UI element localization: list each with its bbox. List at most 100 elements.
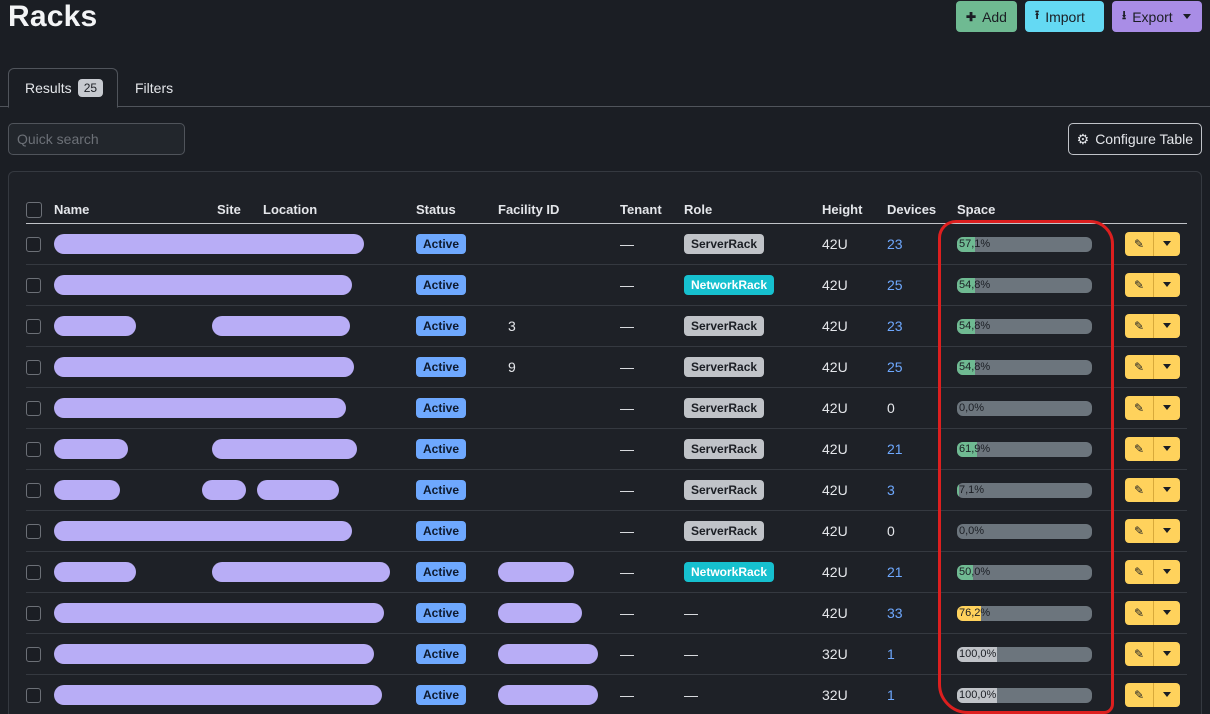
export-button[interactable]: ⭳ Export	[1112, 1, 1202, 32]
edit-button[interactable]: ✎	[1125, 518, 1154, 543]
edit-button[interactable]: ✎	[1125, 272, 1154, 297]
devices-count[interactable]: 1	[887, 646, 895, 662]
status-badge[interactable]: Active	[416, 356, 467, 377]
col-height[interactable]: Height	[822, 197, 887, 224]
table-row[interactable]: Active — ServerRack 42U 0 0,0% ✎	[26, 510, 1187, 552]
row-checkbox[interactable]	[26, 441, 41, 457]
table-row[interactable]: Active — NetworkRack 42U 25 54,8% ✎	[26, 264, 1187, 306]
redacted-name	[54, 315, 136, 336]
row-checkbox[interactable]	[26, 646, 41, 662]
redacted-location	[257, 479, 339, 500]
row-actions-dropdown[interactable]	[1154, 395, 1180, 420]
row-actions-dropdown[interactable]	[1154, 559, 1180, 584]
col-location[interactable]: Location	[263, 197, 416, 224]
role-badge[interactable]: ServerRack	[684, 315, 765, 336]
status-badge[interactable]: Active	[416, 274, 467, 295]
tab-results[interactable]: Results 25	[8, 68, 118, 108]
configure-table-button[interactable]: ⚙ Configure Table	[1067, 123, 1202, 155]
edit-button[interactable]: ✎	[1125, 313, 1154, 338]
edit-button[interactable]: ✎	[1125, 559, 1154, 584]
status-badge[interactable]: Active	[416, 520, 467, 541]
row-checkbox[interactable]	[26, 482, 41, 498]
row-checkbox[interactable]	[26, 277, 41, 293]
row-checkbox[interactable]	[26, 359, 41, 375]
row-actions-dropdown[interactable]	[1154, 641, 1180, 666]
status-badge[interactable]: Active	[416, 561, 467, 582]
status-badge[interactable]: Active	[416, 438, 467, 459]
row-actions-dropdown[interactable]	[1154, 682, 1180, 707]
devices-count[interactable]: 23	[887, 236, 903, 252]
col-name[interactable]: Name	[54, 197, 217, 224]
table-row[interactable]: Active 3 — ServerRack 42U 23 54,8% ✎	[26, 305, 1187, 347]
devices-count[interactable]: 1	[887, 687, 895, 703]
role-badge[interactable]: ServerRack	[684, 520, 765, 541]
import-button[interactable]: ⭱ Import	[1025, 1, 1104, 32]
select-all-checkbox[interactable]	[26, 202, 42, 219]
row-checkbox[interactable]	[26, 236, 41, 252]
row-actions-dropdown[interactable]	[1154, 600, 1180, 625]
tenant-cell: —	[620, 428, 684, 470]
devices-count[interactable]: 21	[887, 564, 903, 580]
col-devices[interactable]: Devices	[887, 197, 957, 224]
status-badge[interactable]: Active	[416, 684, 467, 705]
role-badge[interactable]: ServerRack	[684, 233, 765, 254]
row-actions-dropdown[interactable]	[1154, 313, 1180, 338]
role-badge[interactable]: NetworkRack	[684, 561, 775, 582]
col-role[interactable]: Role	[684, 197, 822, 224]
col-site[interactable]: Site	[217, 197, 263, 224]
col-facility-id[interactable]: Facility ID	[498, 197, 620, 224]
edit-button[interactable]: ✎	[1125, 641, 1154, 666]
devices-count[interactable]: 33	[887, 605, 903, 621]
table-row[interactable]: Active — ServerRack 42U 3 7,1% ✎	[26, 469, 1187, 511]
devices-count[interactable]: 21	[887, 441, 903, 457]
row-actions-dropdown[interactable]	[1154, 477, 1180, 502]
status-badge[interactable]: Active	[416, 479, 467, 500]
devices-count[interactable]: 25	[887, 359, 903, 375]
table-row[interactable]: Active — — 32U 1 100,0% ✎	[26, 633, 1187, 675]
table-row[interactable]: Active — — 32U 1 100,0% ✎	[26, 674, 1187, 714]
row-checkbox[interactable]	[26, 564, 41, 580]
row-actions-dropdown[interactable]	[1154, 231, 1180, 256]
col-status[interactable]: Status	[416, 197, 498, 224]
edit-button[interactable]: ✎	[1125, 436, 1154, 461]
table-row[interactable]: Active — ServerRack 42U 0 0,0% ✎	[26, 387, 1187, 429]
devices-count[interactable]: 3	[887, 482, 895, 498]
row-actions-dropdown[interactable]	[1154, 354, 1180, 379]
table-row[interactable]: Active — NetworkRack 42U 21 50,0% ✎	[26, 551, 1187, 593]
table-row[interactable]: Active — ServerRack 42U 21 61,9% ✎	[26, 428, 1187, 470]
row-checkbox[interactable]	[26, 687, 41, 703]
row-checkbox[interactable]	[26, 605, 41, 621]
edit-button[interactable]: ✎	[1125, 395, 1154, 420]
status-badge[interactable]: Active	[416, 602, 467, 623]
role-badge[interactable]: NetworkRack	[684, 274, 775, 295]
row-actions-dropdown[interactable]	[1154, 518, 1180, 543]
role-badge[interactable]: ServerRack	[684, 479, 765, 500]
edit-button[interactable]: ✎	[1125, 354, 1154, 379]
role-badge[interactable]: ServerRack	[684, 438, 765, 459]
row-checkbox[interactable]	[26, 400, 41, 416]
status-badge[interactable]: Active	[416, 643, 467, 664]
row-actions-dropdown[interactable]	[1154, 436, 1180, 461]
col-space[interactable]: Space	[957, 197, 1125, 224]
row-checkbox[interactable]	[26, 318, 41, 334]
edit-button[interactable]: ✎	[1125, 477, 1154, 502]
add-button[interactable]: ✚ Add	[956, 1, 1017, 32]
edit-button[interactable]: ✎	[1125, 682, 1154, 707]
status-badge[interactable]: Active	[416, 315, 467, 336]
tab-filters[interactable]: Filters	[119, 68, 189, 107]
row-checkbox[interactable]	[26, 523, 41, 539]
devices-count[interactable]: 23	[887, 318, 903, 334]
devices-count[interactable]: 25	[887, 277, 903, 293]
table-row[interactable]: Active 9 — ServerRack 42U 25 54,8% ✎	[26, 346, 1187, 388]
table-row[interactable]: Active — — 42U 33 76,2% ✎	[26, 592, 1187, 634]
edit-button[interactable]: ✎	[1125, 231, 1154, 256]
status-badge[interactable]: Active	[416, 233, 467, 254]
role-badge[interactable]: ServerRack	[684, 397, 765, 418]
role-badge[interactable]: ServerRack	[684, 356, 765, 377]
edit-button[interactable]: ✎	[1125, 600, 1154, 625]
table-row[interactable]: Active — ServerRack 42U 23 57,1% ✎	[26, 223, 1187, 265]
col-tenant[interactable]: Tenant	[620, 197, 684, 224]
row-actions-dropdown[interactable]	[1154, 272, 1180, 297]
status-badge[interactable]: Active	[416, 397, 467, 418]
quick-search-input[interactable]	[8, 123, 185, 155]
